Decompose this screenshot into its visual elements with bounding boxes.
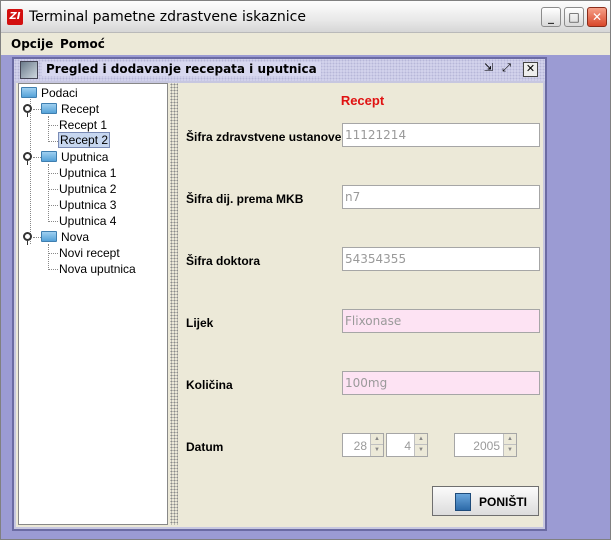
split-pane-divider[interactable] [170, 83, 178, 525]
spinner-down-icon[interactable]: ▼ [503, 445, 516, 456]
iconify-icon[interactable]: ⇲ [481, 62, 496, 77]
internal-frame-title: Pregled i dodavanje recepata i uputnica [42, 62, 321, 76]
tree-item-uputnica-1[interactable]: Uputnica 1 [59, 165, 116, 181]
tree-item-nova-uputnica[interactable]: Nova uputnica [59, 261, 136, 277]
tree-item-uputnica-4[interactable]: Uputnica 4 [59, 213, 116, 229]
tree-item-label: Recept 1 [59, 118, 108, 132]
internal-frame: Pregled i dodavanje recepata i uputnica … [12, 57, 547, 531]
tree-group-label: Uputnica [61, 150, 109, 164]
tree-panel: Podaci Recept Recept 1 Recept 2 Uputnica… [18, 83, 168, 525]
tree-group-uputnica[interactable]: Uputnica [41, 149, 108, 165]
year-value: 2005 [473, 439, 500, 453]
tree-group-label: Recept [61, 102, 100, 116]
kolicina-field[interactable]: 100mg [342, 371, 540, 395]
tree-group-label: Nova [61, 230, 90, 244]
ponisti-button-label: PONIŠTI [479, 495, 528, 509]
folder-icon [41, 103, 57, 114]
label-sifra-ustanove: Šifra zdravstvene ustanove [186, 130, 342, 144]
recept-form: Recept Šifra zdravstvene ustanove 111212… [182, 83, 543, 525]
day-spinner[interactable]: 28 ▲ ▼ [342, 433, 384, 457]
spinner-up-icon[interactable]: ▲ [503, 434, 516, 445]
tree-item-label: Uputnica 1 [59, 166, 117, 180]
spinner-up-icon[interactable]: ▲ [414, 434, 427, 445]
label-sifra-mkb: Šifra dij. prema MKB [186, 192, 304, 206]
app-logo-icon: ZI [7, 9, 23, 25]
maximize-icon[interactable]: □ [564, 7, 584, 27]
label-sifra-doktora: Šifra doktora [186, 254, 261, 268]
minimize-icon[interactable]: _ [541, 7, 561, 27]
tree-item-label: Nova uputnica [59, 262, 136, 276]
sifra-ustanove-field[interactable]: 11121214 [342, 123, 540, 147]
tree-item-label: Novi recept [59, 246, 120, 260]
label-lijek: Lijek [186, 316, 214, 330]
tree-expand-handle-icon[interactable] [23, 104, 32, 117]
sifra-mkb-field[interactable]: n7 [342, 185, 540, 209]
menu-pomoc[interactable]: Pomoć [60, 37, 105, 51]
trash-icon [455, 493, 471, 511]
close-icon[interactable]: ✕ [587, 7, 607, 27]
tree-item-novi-recept[interactable]: Novi recept [59, 245, 120, 261]
tree-item-uputnica-3[interactable]: Uputnica 3 [59, 197, 116, 213]
frame-icon [20, 61, 38, 79]
lijek-field[interactable]: Flixonase [342, 309, 540, 333]
folder-icon [41, 231, 57, 242]
spinner-down-icon[interactable]: ▼ [414, 445, 427, 456]
spinner-up-icon[interactable]: ▲ [370, 434, 383, 445]
tree-item-recept-2[interactable]: Recept 2 [58, 132, 111, 148]
menu-bar: Opcije Pomoć [1, 34, 610, 54]
frame-content: Podaci Recept Recept 1 Recept 2 Uputnica… [16, 83, 543, 527]
tree-root[interactable]: Podaci [21, 85, 78, 101]
month-spinner[interactable]: 4 ▲ ▼ [386, 433, 428, 457]
window-title: Terminal pametne zdrastvene iskaznice [29, 9, 306, 25]
tree-item-label: Uputnica 3 [59, 198, 117, 212]
form-title: Recept [340, 93, 385, 108]
tree-item-label-selected: Recept 2 [58, 132, 111, 148]
menu-opcije[interactable]: Opcije [11, 37, 53, 51]
tree-item-label: Uputnica 4 [59, 214, 117, 228]
label-kolicina: Količina [186, 378, 233, 392]
title-bar[interactable]: ZI Terminal pametne zdrastvene iskaznice… [1, 1, 610, 33]
ponisti-button[interactable]: PONIŠTI [432, 486, 539, 516]
year-spinner[interactable]: 2005 ▲ ▼ [454, 433, 517, 457]
day-value: 28 [353, 439, 367, 453]
maximize-frame-icon[interactable]: ⤢ [499, 62, 514, 77]
spinner-down-icon[interactable]: ▼ [370, 445, 383, 456]
label-datum: Datum [186, 440, 224, 454]
month-value: 4 [404, 439, 411, 453]
tree-root-label: Podaci [41, 86, 78, 100]
tree-expand-handle-icon[interactable] [23, 232, 32, 245]
internal-frame-titlebar[interactable]: Pregled i dodavanje recepata i uputnica … [14, 59, 545, 81]
folder-icon [21, 87, 37, 98]
close-frame-icon[interactable]: ✕ [523, 62, 538, 77]
tree-item-uputnica-2[interactable]: Uputnica 2 [59, 181, 116, 197]
tree-item-label: Uputnica 2 [59, 182, 117, 196]
tree-item-recept-1[interactable]: Recept 1 [59, 117, 107, 133]
tree-group-nova[interactable]: Nova [41, 229, 89, 245]
tree-expand-handle-icon[interactable] [23, 152, 32, 165]
tree-group-recept[interactable]: Recept [41, 101, 99, 117]
folder-icon [41, 151, 57, 162]
sifra-doktora-field[interactable]: 54354355 [342, 247, 540, 271]
